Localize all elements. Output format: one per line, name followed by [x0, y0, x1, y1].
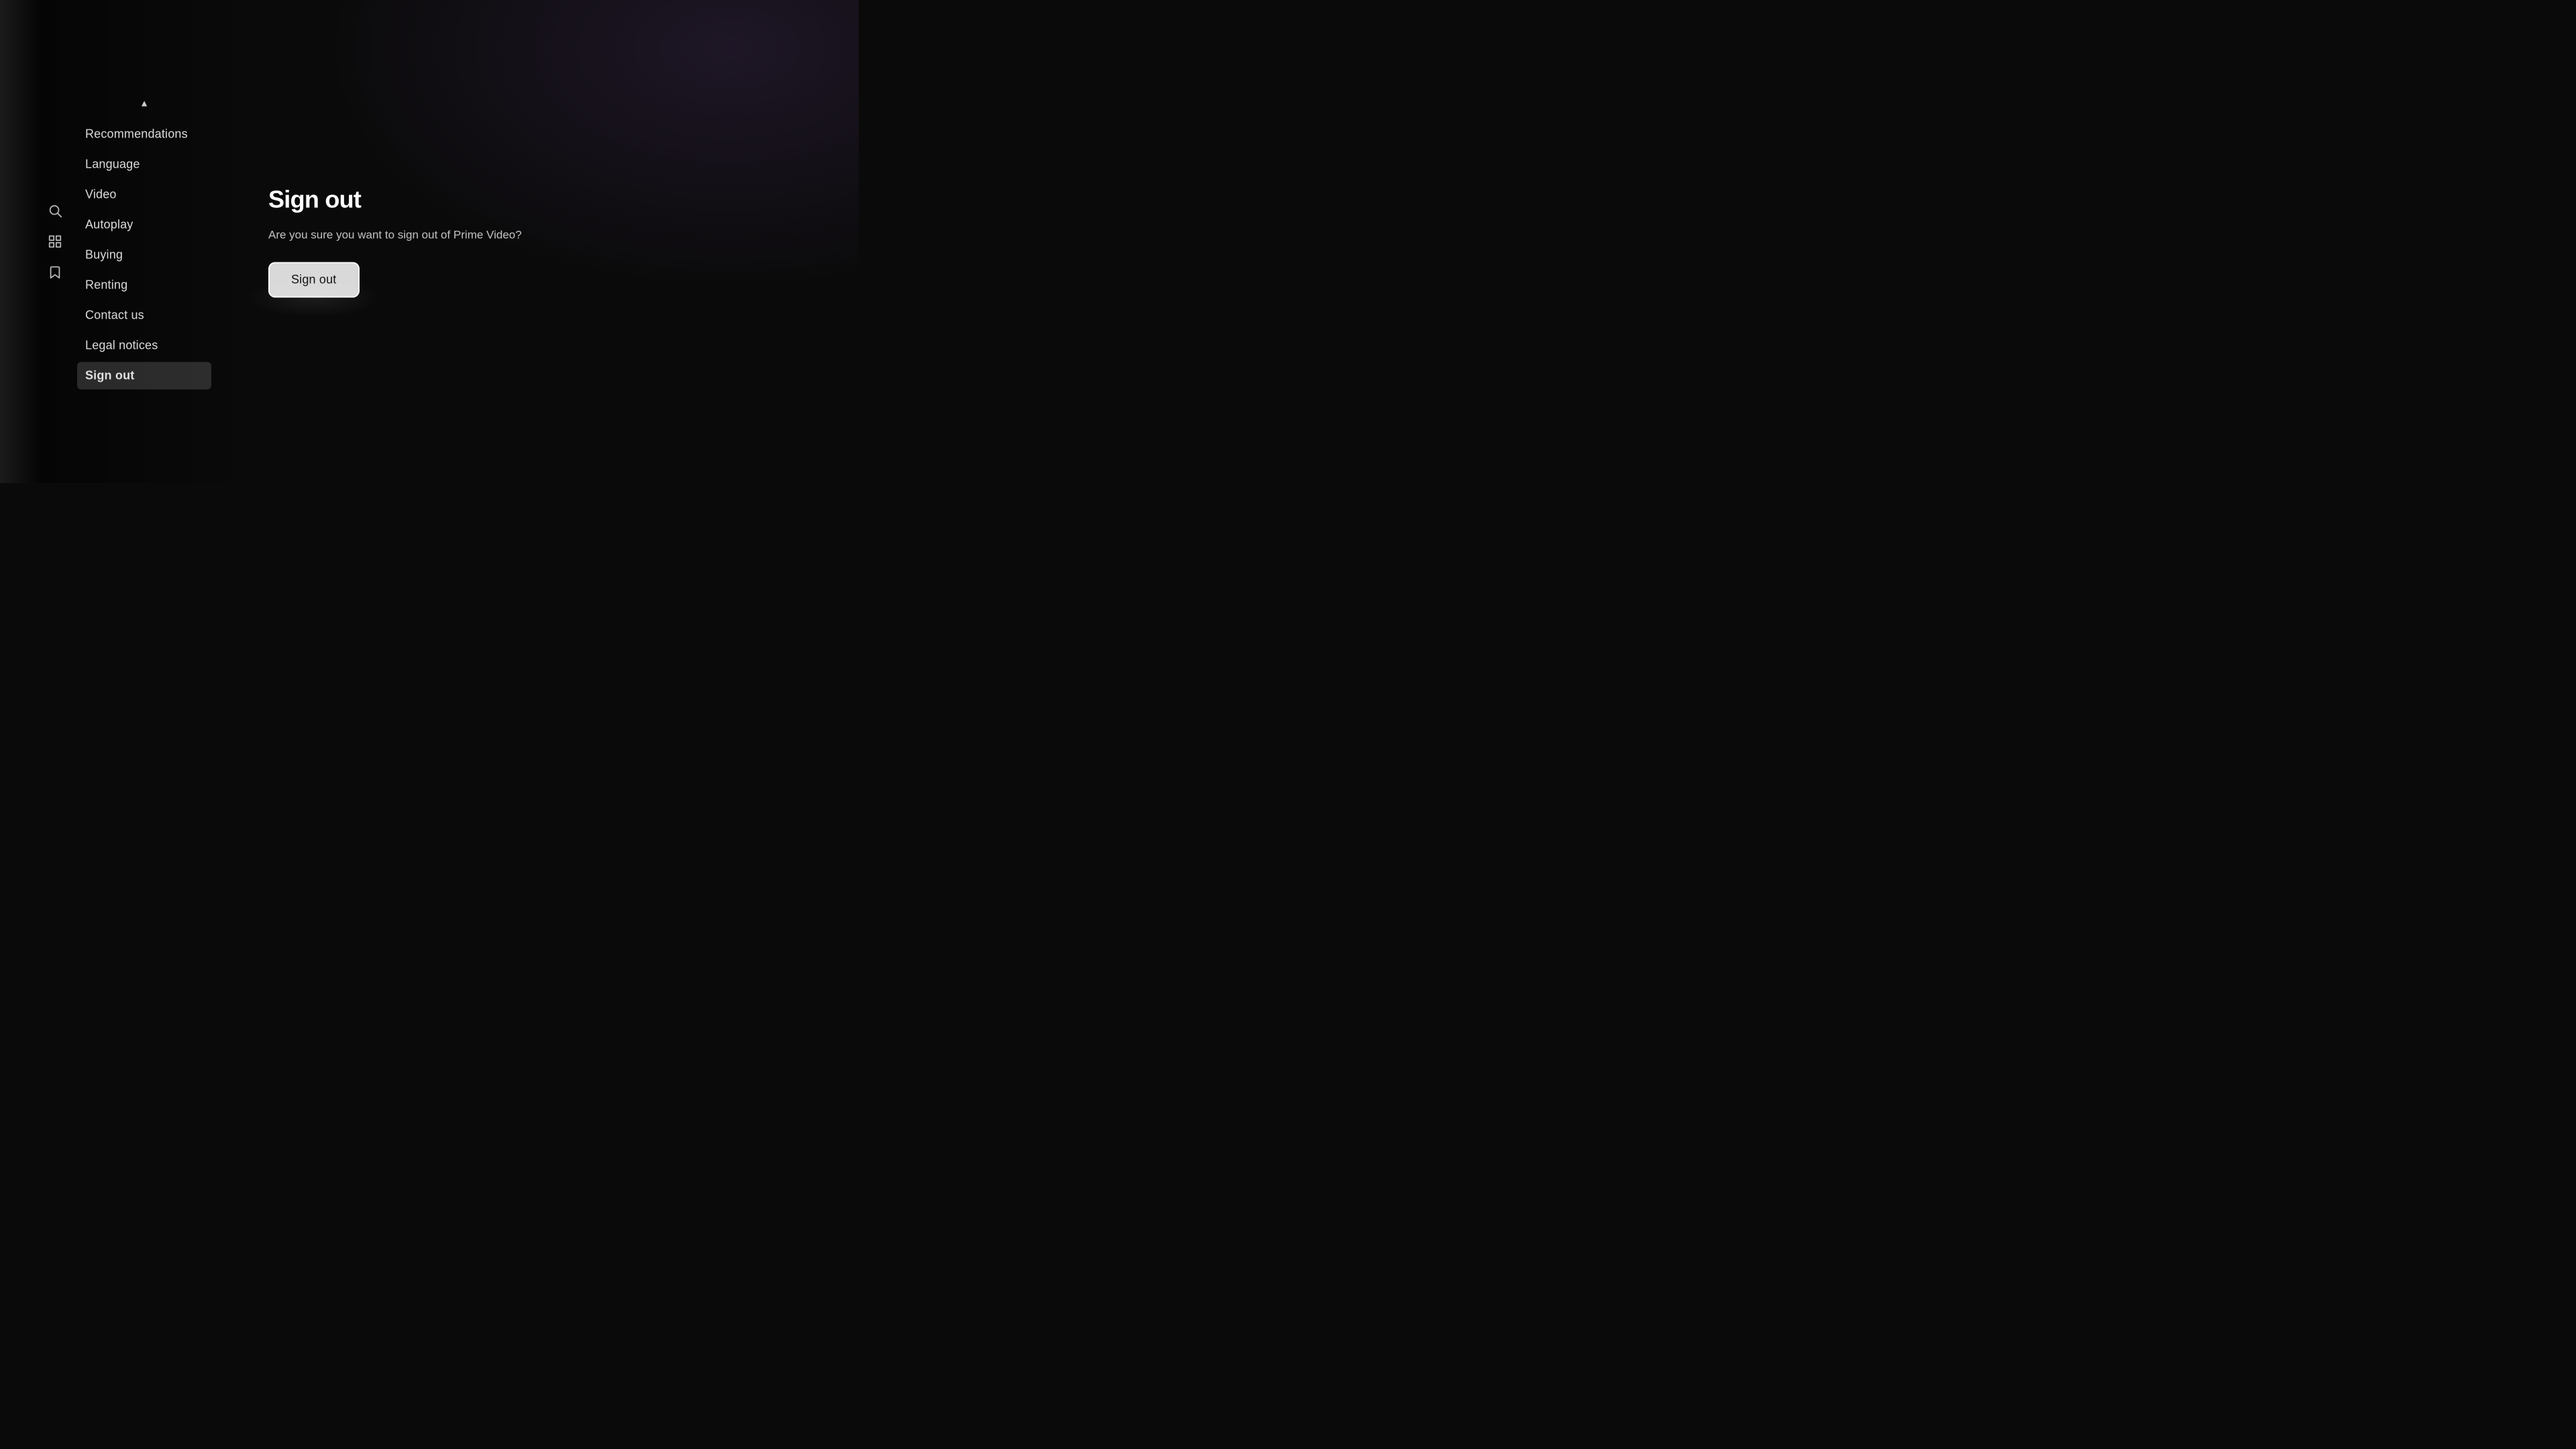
menu-arrow: ▲ [77, 94, 211, 113]
grid-icon[interactable] [46, 232, 64, 251]
search-icon[interactable] [46, 201, 64, 220]
sidebar-item-contact-us[interactable]: Contact us [77, 302, 211, 329]
sign-out-panel: Sign out Are you sure you want to sign o… [255, 172, 535, 311]
sidebar-item-language[interactable]: Language [77, 151, 211, 178]
sign-out-confirm-button[interactable]: Sign out [268, 262, 360, 297]
sidebar [40, 195, 70, 288]
sidebar-item-renting[interactable]: Renting [77, 272, 211, 299]
sidebar-item-video[interactable]: Video [77, 181, 211, 209]
sidebar-item-legal-notices[interactable]: Legal notices [77, 332, 211, 360]
settings-menu: ▲ Recommendations Language Video Autopla… [77, 94, 211, 390]
bookmark-icon[interactable] [46, 263, 64, 282]
sidebar-item-recommendations[interactable]: Recommendations [77, 121, 211, 148]
panel-title: Sign out [268, 186, 522, 214]
panel-description: Are you sure you want to sign out of Pri… [268, 227, 522, 244]
sidebar-item-sign-out[interactable]: Sign out [77, 362, 211, 390]
left-edge-shadow [0, 0, 40, 483]
sidebar-item-buying[interactable]: Buying [77, 241, 211, 269]
sidebar-item-autoplay[interactable]: Autoplay [77, 211, 211, 239]
